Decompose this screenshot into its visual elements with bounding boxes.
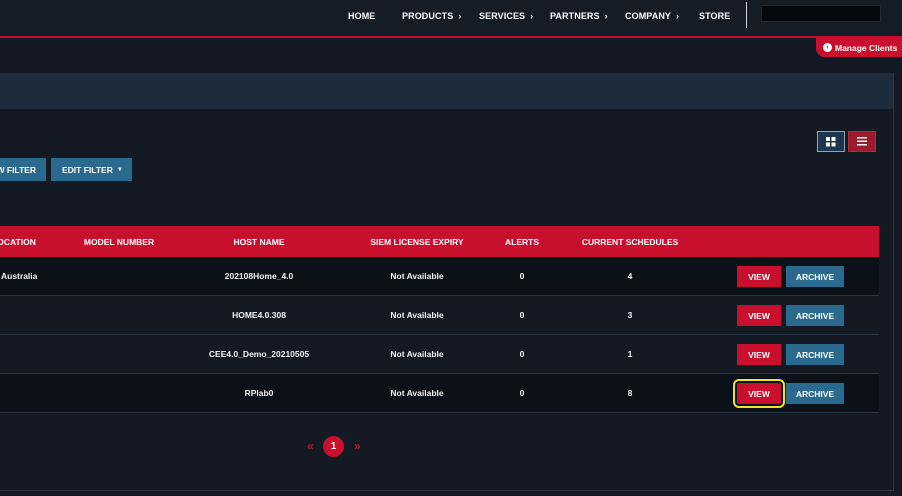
view-button[interactable]: VIEW — [737, 266, 781, 287]
chevron-right-icon: › — [676, 11, 680, 21]
nav-item-label: PARTNERS — [550, 11, 600, 21]
cell-host-name: CEE4.0_Demo_20210505 — [208, 349, 310, 359]
column-header-model-number[interactable]: MODEL NUMBER — [74, 226, 164, 257]
column-header-alerts[interactable]: ALERTS — [497, 226, 547, 257]
cell-model-number — [74, 335, 164, 373]
chevron-right-icon: › — [530, 11, 534, 21]
column-header-host-name[interactable]: HOST NAME — [209, 226, 309, 257]
new-filter-button[interactable]: NEW FILTER — [0, 158, 46, 181]
nav-item-label: HOME — [348, 11, 376, 21]
cell-siem-license-expiry: Not Available — [390, 310, 444, 320]
table-header: LOCATION MODEL NUMBER HOST NAME SIEM LIC… — [0, 226, 879, 257]
grid-view-icon — [826, 136, 836, 146]
cell-current-schedules: 3 — [627, 310, 633, 320]
top-navigation-bar: HOME PRODUCTS › SERVICES › PARTNERS › CO… — [0, 0, 902, 38]
archive-button[interactable]: ARCHIVE — [786, 266, 844, 287]
column-header-current-schedules[interactable]: CURRENT SCHEDULES — [575, 226, 685, 257]
nav-item-label: PRODUCTS — [402, 11, 454, 21]
view-button[interactable]: VIEW — [733, 379, 785, 408]
cell-model-number — [74, 257, 164, 295]
nav-item-store[interactable]: STORE — [699, 9, 730, 23]
nav-item-company[interactable]: COMPANY › — [625, 9, 679, 23]
archive-button[interactable]: ARCHIVE — [786, 383, 844, 404]
table-row: HOME4.0.308 Not Available 0 3 VIEW ARCHI… — [0, 296, 879, 335]
table-row: CEE4.0_Demo_20210505 Not Available 0 1 V… — [0, 335, 879, 374]
archive-button[interactable]: ARCHIVE — [786, 305, 844, 326]
column-header-siem-license-expiry[interactable]: SIEM LICENSE EXPIRY — [358, 226, 476, 257]
cell-model-number — [74, 296, 164, 334]
nav-item-services[interactable]: SERVICES › — [479, 9, 533, 23]
archive-button[interactable]: ARCHIVE — [786, 344, 844, 365]
cell-siem-license-expiry: Not Available — [390, 271, 444, 281]
nav-item-products[interactable]: PRODUCTS › — [402, 9, 461, 23]
nav-item-label: COMPANY — [625, 11, 672, 21]
cell-siem-license-expiry: Not Available — [390, 388, 444, 398]
nav-divider — [746, 2, 747, 28]
panel-border — [893, 73, 894, 491]
chevron-left-circle-icon: ‹ — [823, 43, 832, 52]
nav-item-home[interactable]: HOME — [348, 9, 375, 23]
nav-search-input[interactable] — [761, 5, 881, 22]
cell-alerts: 0 — [519, 388, 525, 398]
nav-item-label: STORE — [699, 11, 731, 21]
list-view-toggle[interactable] — [848, 131, 876, 152]
cell-alerts: 0 — [519, 271, 525, 281]
cell-siem-license-expiry: Not Available — [390, 349, 444, 359]
cell-alerts: 0 — [519, 349, 525, 359]
cell-current-schedules: 1 — [627, 349, 633, 359]
chevron-right-icon: › — [604, 11, 608, 21]
table-row: Australia 202108Home_4.0 Not Available 0… — [0, 257, 879, 296]
pagination-next-button[interactable]: » — [354, 439, 361, 453]
nav-item-label: SERVICES — [479, 11, 526, 21]
cell-location — [1, 335, 71, 373]
column-header-actions — [720, 226, 860, 257]
manage-clients-label: Manage Clients — [835, 42, 898, 53]
column-header-location[interactable]: LOCATION — [0, 226, 52, 257]
edit-filter-label: EDIT FILTER — [62, 164, 113, 175]
caret-down-icon: ▼ — [116, 166, 123, 173]
clients-table: LOCATION MODEL NUMBER HOST NAME SIEM LIC… — [0, 226, 879, 413]
cell-location — [1, 296, 71, 334]
cell-current-schedules: 4 — [627, 271, 633, 281]
chevron-right-icon: › — [458, 11, 462, 21]
cell-host-name: HOME4.0.308 — [232, 310, 286, 320]
new-filter-label: NEW FILTER — [0, 164, 36, 175]
cell-alerts: 0 — [519, 310, 525, 320]
cell-host-name: 202108Home_4.0 — [224, 271, 294, 281]
cell-location: Australia — [1, 271, 38, 281]
panel-border — [0, 490, 894, 491]
cell-model-number — [74, 374, 164, 412]
nav-item-partners[interactable]: PARTNERS › — [550, 9, 608, 23]
pagination-prev-button[interactable]: « — [307, 439, 314, 453]
edit-filter-button[interactable]: EDIT FILTER ▼ — [51, 158, 132, 181]
cell-location — [1, 374, 71, 412]
grid-view-toggle[interactable] — [817, 131, 845, 152]
table-row: RPlab0 Not Available 0 8 VIEW ARCHIVE — [0, 374, 879, 413]
list-view-icon — [857, 137, 867, 146]
view-button[interactable]: VIEW — [737, 344, 781, 365]
page-header-band — [0, 73, 893, 109]
view-button[interactable]: VIEW — [737, 305, 781, 326]
pagination-current-page[interactable]: 1 — [323, 436, 344, 457]
cell-host-name: RPlab0 — [244, 388, 274, 398]
cell-current-schedules: 8 — [627, 388, 633, 398]
manage-clients-button[interactable]: ‹ Manage Clients — [816, 38, 902, 57]
